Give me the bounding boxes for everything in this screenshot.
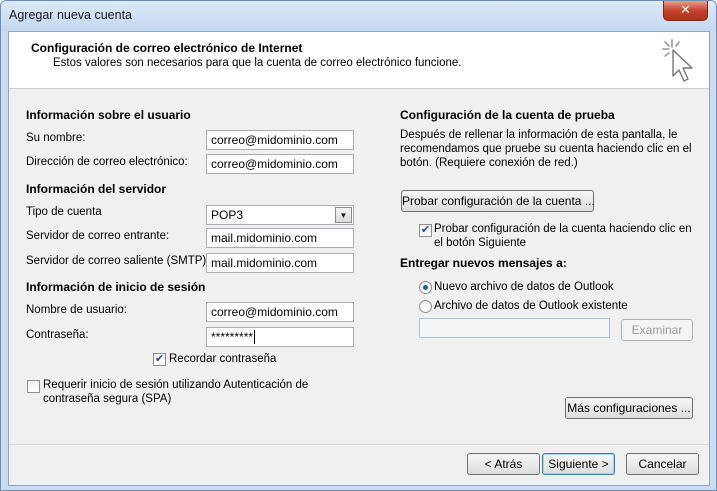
server-info-heading: Información del servidor <box>26 182 167 196</box>
auto-test-label-line2[interactable]: el botón Siguiente <box>434 237 526 249</box>
spa-checkbox[interactable] <box>27 380 40 393</box>
next-button[interactable]: Siguiente > <box>542 453 615 475</box>
dialog-window: Agregar nueva cuenta ✕ Configuración de … <box>0 0 717 491</box>
auto-test-checkbox[interactable]: ✔ <box>419 224 432 237</box>
page-title: Configuración de correo electrónico de I… <box>31 41 303 55</box>
existing-data-file-label[interactable]: Archivo de datos de Outlook existente <box>434 300 628 312</box>
incoming-server-label: Servidor de correo entrante: <box>26 230 170 242</box>
name-input[interactable]: correo@midominio.com <box>206 130 354 150</box>
footer-divider <box>9 444 709 445</box>
test-desc-line1: Después de rellenar la información de es… <box>400 129 678 141</box>
remember-password-checkbox[interactable]: ✔ <box>153 353 166 366</box>
spa-label-line1[interactable]: Requerir inicio de sesión utilizando Aut… <box>43 379 308 391</box>
window-title: Agregar nueva cuenta <box>9 8 133 22</box>
account-type-value: POP3 <box>211 208 244 222</box>
cancel-button[interactable]: Cancelar <box>626 453 699 475</box>
name-label: Su nombre: <box>26 132 86 144</box>
page-subtitle: Estos valores son necesarios para que la… <box>53 57 462 69</box>
password-label: Contraseña: <box>26 329 89 341</box>
test-account-button[interactable]: Probar configuración de la cuenta ... <box>401 190 595 212</box>
close-button[interactable]: ✕ <box>663 1 708 21</box>
test-desc-line3: botón. (Requiere conexión de red.) <box>400 157 578 169</box>
new-data-file-radio[interactable] <box>419 281 432 294</box>
test-desc-line2: recomendamos que pruebe su cuenta hacien… <box>400 143 692 155</box>
email-label: Dirección de correo electrónico: <box>26 156 188 168</box>
data-file-path-input[interactable] <box>419 318 610 338</box>
password-masked-value: ********* <box>211 330 254 344</box>
chevron-down-icon[interactable]: ▼ <box>335 207 352 223</box>
checkmark-icon: ✔ <box>420 224 431 236</box>
dialog-header: Configuración de correo electrónico de I… <box>9 32 709 89</box>
browse-button[interactable]: Examinar <box>621 319 693 341</box>
test-settings-heading: Configuración de la cuenta de prueba <box>400 108 615 122</box>
user-info-heading: Información sobre el usuario <box>26 108 191 122</box>
email-input[interactable]: correo@midominio.com <box>206 154 354 174</box>
title-bar[interactable]: Agregar nueva cuenta ✕ <box>1 1 716 31</box>
outgoing-server-label: Servidor de correo saliente (SMTP): <box>26 255 210 267</box>
mouse-cursor-sparkle-icon <box>662 39 693 82</box>
deliver-heading: Entregar nuevos mensajes a: <box>400 256 567 270</box>
account-type-label: Tipo de cuenta <box>26 206 102 218</box>
checkmark-icon: ✔ <box>154 353 165 365</box>
login-info-heading: Información de inicio de sesión <box>26 280 206 294</box>
remember-password-label[interactable]: Recordar contraseña <box>169 353 276 365</box>
auto-test-label-line1[interactable]: Probar configuración de la cuenta hacien… <box>434 223 692 235</box>
username-label: Nombre de usuario: <box>26 304 127 316</box>
dialog-client-area: Configuración de correo electrónico de I… <box>8 31 710 486</box>
spa-label-line2[interactable]: contraseña segura (SPA) <box>43 393 171 405</box>
password-input[interactable]: ********* <box>206 327 354 347</box>
username-input[interactable]: correo@midominio.com <box>206 302 354 322</box>
back-button[interactable]: < Atrás <box>467 453 540 475</box>
incoming-server-input[interactable]: mail.midominio.com <box>206 228 354 248</box>
account-type-select[interactable]: POP3 ▼ <box>206 205 354 225</box>
existing-data-file-radio[interactable] <box>419 300 432 313</box>
outgoing-server-input[interactable]: mail.midominio.com <box>206 253 354 273</box>
more-settings-button[interactable]: Más configuraciones ... <box>565 397 693 419</box>
new-data-file-label[interactable]: Nuevo archivo de datos de Outlook <box>434 281 614 293</box>
